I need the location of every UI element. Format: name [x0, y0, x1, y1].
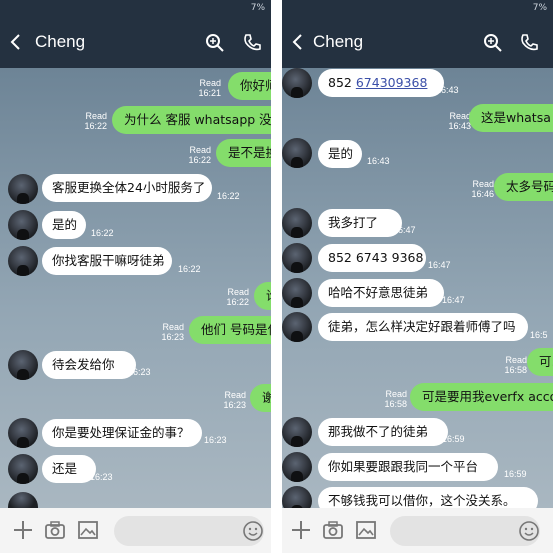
avatar[interactable] [8, 350, 38, 380]
message-bubble-incoming[interactable]: 待会发给你 [42, 351, 136, 379]
message-bubble-incoming[interactable]: 徒弟，怎么样决定好跟着师傅了吗 [318, 313, 528, 341]
message-meta: Read 16:22 [188, 145, 211, 165]
camera-icon[interactable] [322, 519, 344, 541]
plus-icon[interactable] [12, 519, 34, 541]
message-bubble-incoming[interactable]: 我多打了 [318, 209, 402, 237]
message-bubble-incoming[interactable]: 你如果要跟跟我同一个平台 [318, 453, 498, 481]
avatar[interactable] [282, 243, 312, 273]
message-bubble-outgoing[interactable]: 谢 [250, 384, 271, 412]
back-arrow-icon[interactable] [9, 33, 22, 51]
message-bubble-incoming[interactable]: 是的 [42, 211, 86, 239]
contact-name[interactable]: Cheng [313, 32, 363, 52]
emoji-icon[interactable] [518, 520, 540, 542]
message-time: 16:23 [90, 472, 113, 482]
message-bubble-outgoing[interactable]: 你好师 [228, 72, 271, 100]
back-arrow-icon[interactable] [291, 33, 304, 51]
avatar[interactable] [8, 418, 38, 448]
status-bar: 7% [0, 0, 271, 18]
message-time: 16:59 [504, 469, 527, 479]
message-time: 16:23 [128, 367, 151, 377]
message-time: 16:47 [442, 295, 465, 305]
message-bubble-incoming[interactable]: 还是 [42, 455, 96, 483]
message-time: 16:22 [217, 191, 240, 201]
message-list[interactable]: Read16:21 你好师 Read16:22 为什么 客服 whatsapp … [0, 68, 271, 508]
image-icon[interactable] [355, 519, 377, 541]
message-bubble-incoming[interactable]: 那我做不了的徒弟 [318, 418, 448, 446]
avatar[interactable] [8, 454, 38, 484]
message-meta: Read 16:23 [223, 390, 246, 410]
avatar[interactable] [8, 210, 38, 240]
avatar[interactable] [8, 174, 38, 204]
message-meta: Read 16:21 [198, 78, 221, 98]
panel-divider [271, 0, 282, 553]
input-bar [282, 508, 553, 553]
emoji-icon[interactable] [242, 520, 264, 542]
avatar[interactable] [282, 417, 312, 447]
message-meta: Read 16:46 [471, 179, 494, 199]
message-bubble-incoming[interactable]: 哈哈不好意思徒弟 [318, 279, 444, 307]
message-time: 16:5 [530, 330, 548, 340]
message-bubble-incoming[interactable]: 852 674309368 [318, 69, 444, 97]
phone-number-link[interactable]: 674309368 [356, 75, 428, 90]
search-icon[interactable] [205, 33, 225, 53]
message-meta: Read 16:43 [448, 111, 471, 131]
message-bubble-outgoing[interactable]: 太多号码 [494, 173, 553, 201]
message-bubble-incoming[interactable]: 是的 [318, 140, 362, 168]
message-bubble-outgoing[interactable]: 他们 号码是什 [189, 316, 271, 344]
message-bubble-outgoing[interactable]: 为什么 客服 whatsapp 没用 [112, 106, 271, 134]
message-bubble-outgoing[interactable]: 这是whatsa [469, 104, 553, 132]
phone-icon[interactable] [519, 33, 539, 53]
message-meta: Read 16:58 [384, 389, 407, 409]
message-meta: Read 16:22 [84, 111, 107, 131]
message-time: 16:22 [91, 228, 114, 238]
camera-icon[interactable] [44, 519, 66, 541]
message-bubble-incoming[interactable]: 客服更换全体24小时服务了 [42, 174, 212, 202]
message-time: 16:22 [178, 264, 201, 274]
avatar [8, 492, 38, 508]
message-bubble-incoming[interactable]: 852 6743 9368 [318, 244, 426, 272]
message-bubble-outgoing[interactable]: 可以 [527, 348, 553, 376]
image-icon[interactable] [77, 519, 99, 541]
message-meta: Read 16:58 [504, 355, 527, 375]
battery-status: 7% [532, 3, 547, 13]
message-bubble-incoming[interactable]: 你找客服干嘛呀徒弟 [42, 247, 172, 275]
message-time: 16:59 [442, 434, 465, 444]
avatar[interactable] [282, 278, 312, 308]
chat-header: Cheng [0, 18, 271, 68]
message-bubble-incoming[interactable]: 你是要处理保证金的事？ [42, 419, 202, 447]
message-time: 16:43 [367, 156, 390, 166]
avatar[interactable] [282, 68, 312, 98]
chat-screen-left: 7% Cheng Read16:21 你好师 Read16:22 为什么 客服 … [0, 0, 271, 553]
chat-header: Cheng [282, 18, 553, 68]
message-meta: Read 16:22 [226, 287, 249, 307]
message-time: 16:23 [204, 435, 227, 445]
input-bar [0, 508, 271, 553]
avatar[interactable] [282, 452, 312, 482]
battery-status: 7% [250, 3, 265, 13]
message-bubble-outgoing[interactable]: 谁 [254, 282, 271, 310]
message-time: 16:43 [436, 85, 459, 95]
message-meta: Read 16:23 [161, 322, 184, 342]
avatar[interactable] [282, 138, 312, 168]
plus-icon[interactable] [290, 519, 312, 541]
avatar[interactable] [8, 246, 38, 276]
message-bubble-outgoing[interactable]: 是不是换 [216, 139, 271, 167]
contact-name[interactable]: Cheng [35, 32, 85, 52]
message-list[interactable]: 852 674309368 16:43 Read 16:43 这是whatsa 是… [282, 68, 553, 516]
status-bar: 7% [282, 0, 553, 18]
chat-screen-right: 7% Cheng 852 674309368 16:43 Read 16:43 这… [282, 0, 553, 553]
avatar[interactable] [282, 208, 312, 238]
message-bubble-outgoing[interactable]: 可是要用我everfx acco [410, 383, 553, 411]
phone-icon[interactable] [242, 33, 262, 53]
message-time: 16:47 [393, 225, 416, 235]
search-icon[interactable] [483, 33, 503, 53]
avatar[interactable] [282, 312, 312, 342]
message-time: 16:47 [428, 260, 451, 270]
